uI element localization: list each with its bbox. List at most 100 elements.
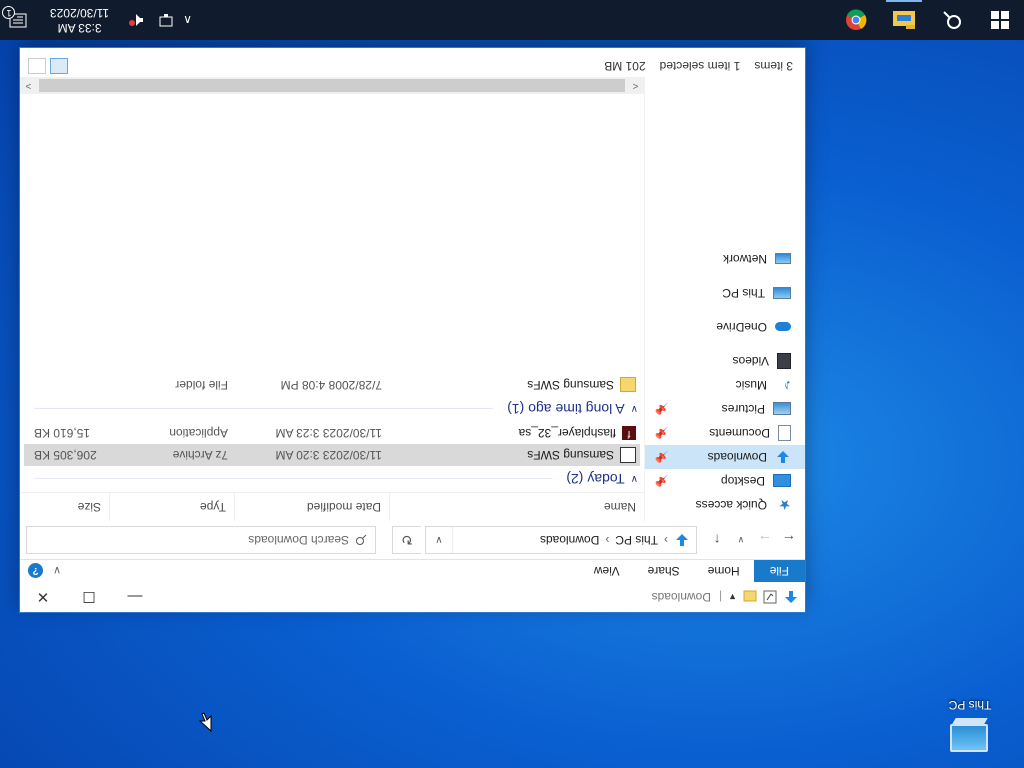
crumb-separator-icon[interactable]: › [664,533,668,547]
file-list: Name Date modified Type Size ∨ Today (2)… [20,77,645,521]
nav-music[interactable]: ♪ Music [645,373,805,397]
navigation-pane: ★ Quick access Desktop 📌 Downloads 📌 Doc… [645,77,805,521]
navigation-bar: ← → ∨ ↑ › This PC › Downloads ∨ ↻ Search… [20,521,805,559]
column-size[interactable]: Size [31,493,109,521]
nav-pictures[interactable]: Pictures 📌 [645,397,805,421]
videos-icon [777,353,791,369]
customize-quick-access-icon[interactable]: ▼ [728,592,737,602]
search-placeholder: Search Downloads [248,533,349,547]
up-button[interactable]: ↑ [707,532,727,548]
search-icon [943,11,961,29]
horizontal-scrollbar[interactable]: < > [20,77,644,94]
nav-label: Documents [709,426,770,440]
mouse-cursor-icon [198,712,212,732]
crumb-separator-icon[interactable]: › [605,533,609,547]
breadcrumb-downloads[interactable]: Downloads [540,533,599,547]
chrome-taskbar-button[interactable] [832,0,880,40]
group-header-today[interactable]: ∨ Today (2) [20,466,644,492]
nav-onedrive[interactable]: OneDrive [645,315,805,339]
forward-button[interactable]: → [755,532,775,548]
status-bar: 3 items 1 item selected 201 MB [20,55,805,77]
this-pc-desktop-icon[interactable]: This PC [930,698,1010,754]
details-view-icon[interactable] [50,58,68,74]
scroll-thumb[interactable] [39,79,625,92]
documents-icon [778,425,791,441]
nav-documents[interactable]: Documents 📌 [645,421,805,445]
file-row[interactable]: Samsung SWFs 7/28/2008 4:08 PM File fold… [24,374,640,396]
nav-downloads[interactable]: Downloads 📌 [645,445,805,469]
column-name[interactable]: Name [389,493,644,521]
nav-videos[interactable]: Videos [645,349,805,373]
start-button[interactable] [976,0,1024,40]
music-icon: ♪ [783,377,792,394]
nav-desktop[interactable]: Desktop 📌 [645,469,805,493]
scroll-right-icon[interactable]: > [20,80,37,91]
windows-logo-icon [991,11,1009,29]
column-headers: Name Date modified Type Size [20,492,644,521]
large-icons-view-icon[interactable] [28,58,46,74]
expand-ribbon-icon[interactable]: ∨ [53,565,61,578]
nav-label: OneDrive [716,320,767,334]
tab-view[interactable]: View [580,560,634,582]
onedrive-icon [775,322,791,332]
new-folder-icon[interactable] [743,590,757,604]
maximize-button[interactable]: ☐ [66,582,112,612]
help-icon[interactable]: ? [28,563,43,579]
group-header-long-ago[interactable]: ∨ A long time ago (1) [20,396,644,422]
pin-icon: 📌 [655,426,669,439]
address-dropdown-icon[interactable]: ∨ [426,527,453,553]
column-type[interactable]: Type [109,493,234,521]
search-button[interactable] [928,0,976,40]
nav-network[interactable]: Network [645,247,805,271]
file-row[interactable]: Samsung SWFs 11/30/2023 3:20 AM 7z Archi… [24,444,640,466]
breadcrumb-this-pc[interactable]: This PC [615,533,658,547]
tab-home[interactable]: Home [694,560,754,582]
file-row[interactable]: f flashplayer_32_sa 11/30/2023 3:23 AM A… [24,422,640,444]
nav-this-pc[interactable]: This PC [645,281,805,305]
computer-icon [948,716,992,754]
item-count: 3 items [754,59,793,73]
volume-muted-icon[interactable] [127,13,145,27]
archive-icon [620,447,636,463]
system-tray: ∧ 3:33 AM 11/30/2023 1 [0,0,192,40]
tab-file[interactable]: File [753,560,805,582]
nav-quick-access[interactable]: ★ Quick access [645,493,805,517]
tab-share[interactable]: Share [634,560,694,582]
clock-date: 11/30/2023 [50,6,110,20]
pictures-icon [773,402,791,416]
refresh-button[interactable]: ↻ [392,526,421,554]
address-bar[interactable]: › This PC › Downloads ∨ [425,526,697,554]
file-explorer-icon [893,11,915,29]
downloads-location-icon [676,534,688,546]
taskbar: ∧ 3:33 AM 11/30/2023 1 [0,0,1024,40]
action-center-button[interactable]: 1 [2,6,32,28]
network-icon [775,253,791,265]
file-explorer-window: ▼ | Downloads — ☐ ✕ File Home Share View… [20,48,805,612]
network-status-icon[interactable] [155,13,173,27]
selection-count: 1 item selected [659,59,741,73]
desktop: This PC ▼ | Downloads — ☐ ✕ File Home Sh… [0,0,1024,768]
selection-size: 201 MB [604,59,646,73]
search-box[interactable]: Search Downloads [26,526,376,554]
this-pc-icon [773,287,791,299]
downloads-icon [777,451,789,463]
column-date-modified[interactable]: Date modified [234,493,389,521]
nav-label: Network [722,252,767,266]
scroll-left-icon[interactable]: < [627,80,644,91]
back-button[interactable]: ← [779,532,799,548]
minimize-button[interactable]: — [112,582,158,612]
desktop-icon-label: This PC [948,698,992,712]
properties-icon[interactable] [763,590,777,604]
pin-icon: 📌 [655,474,669,487]
chrome-icon [846,9,867,30]
window-title: Downloads [651,590,711,604]
close-button[interactable]: ✕ [20,582,66,612]
folder-icon [620,377,636,393]
recent-locations-button[interactable]: ∨ [731,535,751,546]
star-icon: ★ [778,497,791,513]
file-explorer-taskbar-button[interactable] [880,0,928,40]
desktop-icon [773,474,791,488]
show-hidden-icons-icon[interactable]: ∧ [183,13,192,27]
clock[interactable]: 3:33 AM 11/30/2023 [42,5,117,35]
flash-icon: f [622,426,636,440]
